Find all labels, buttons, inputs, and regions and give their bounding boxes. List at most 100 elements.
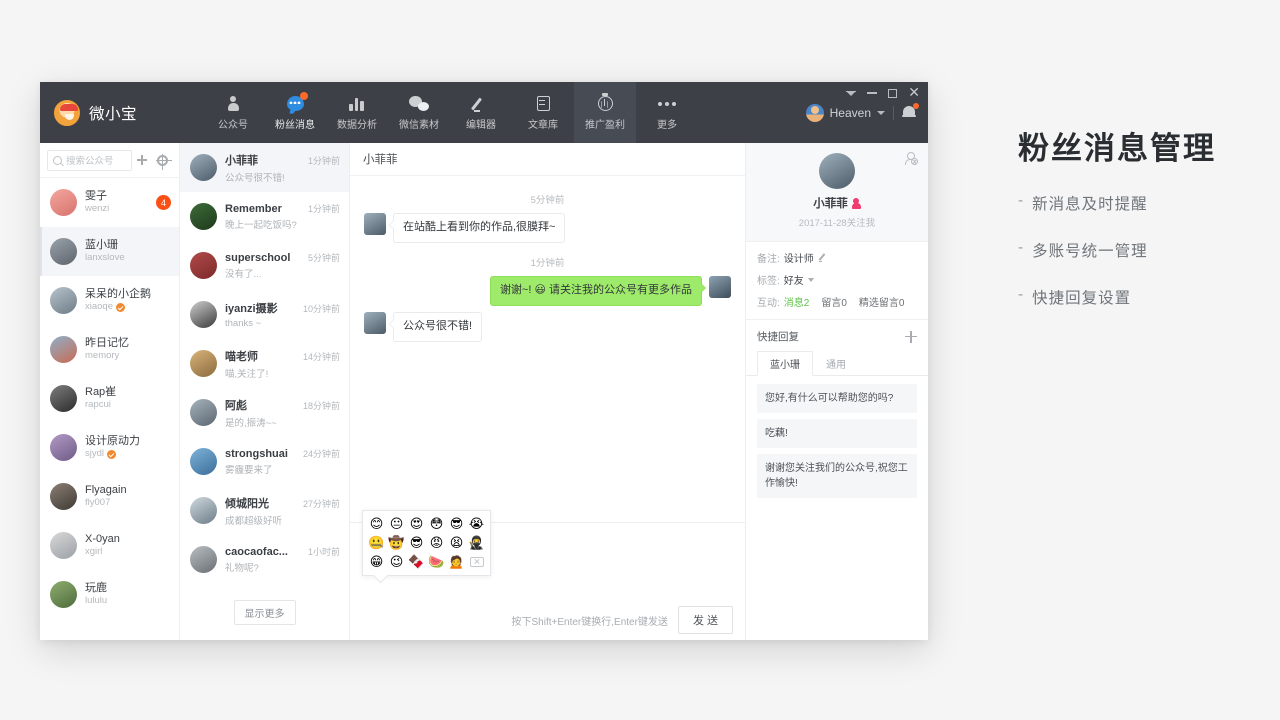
account-list-item[interactable]: 昨日记忆 memory [40,325,179,374]
emoji-button[interactable]: 😐 [387,515,406,533]
quick-reply-item[interactable]: 吃藕! [757,419,917,448]
account-text: Flyagain fly007 [85,483,171,510]
message-bubble[interactable]: 谢谢~! 😃 请关注我的公众号有更多作品 [489,275,707,306]
nav-item-fans-messages[interactable]: 粉丝消息 [264,82,326,143]
emoji-button[interactable]: 😁 [367,553,386,571]
close-icon[interactable]: ✕ [908,86,920,100]
profile-name-row: 小菲菲 [746,195,928,211]
bell-icon[interactable] [902,103,919,120]
conversation-item[interactable]: superschool 5分钟前 没有了... [180,241,349,290]
account-text: 蓝小珊 lanxslove [85,238,171,265]
account-list-item[interactable]: 雯子 wenzi 4 [40,178,179,227]
account-text: 设计原动力 sjydl [85,434,171,461]
pencil-icon[interactable] [818,253,827,262]
account-id-text: xiaoqe [85,301,113,313]
conversation-item[interactable]: iyanzi摄影 10分钟前 thanks ~ [180,290,349,339]
account-list-item[interactable]: Rap崔 rapcui [40,374,179,423]
interaction-comments[interactable]: 留言0 [821,294,847,309]
message-bubble[interactable]: 在站酷上看到你的作品,很膜拜~ [388,213,566,243]
conversation-item[interactable]: strongshuai 24分钟前 雾霾要来了 [180,437,349,486]
conversation-text: Remember 1分钟前 晚上一起吃饭吗? [225,202,340,231]
wechat-icon [409,95,429,113]
account-list-item[interactable]: 蓝小珊 lanxslove [40,227,179,276]
emoji-button[interactable]: 🍉 [427,553,446,571]
conversation-item[interactable]: 倾城阳光 27分钟前 成都超级好听 [180,486,349,535]
emoji-grid: 😊 😐 😍 😳 😎 😭 🤐 🤠 😎 😡 😫 🥷 😁 😉 🍫 🍉 🙍 [367,515,486,571]
nav-item-wechat-material[interactable]: 微信素材 [388,82,450,143]
avatar [190,350,217,377]
emoji-button[interactable]: 😎 [407,534,426,552]
account-name: 蓝小珊 [85,238,118,251]
accounts-settings-button[interactable] [152,150,172,171]
avatar [50,483,77,510]
profile-avatar [819,153,855,189]
nav-item-promotion-profit[interactable]: 推广盈利 [574,82,636,143]
conversation-item[interactable]: 喵老师 14分钟前 喵,关注了! [180,339,349,388]
nav-item-more[interactable]: 更多 [636,82,698,143]
interaction-messages[interactable]: 消息2 [784,294,810,309]
emoji-button[interactable]: 😉 [387,553,406,571]
emoji-button[interactable]: 🍫 [407,553,426,571]
emoji-button[interactable]: 🤐 [367,534,386,552]
emoji-button[interactable]: 🤠 [387,534,406,552]
avatar [805,103,824,122]
send-button[interactable]: 发 送 [677,606,733,634]
emoji-button[interactable]: 😊 [367,515,386,533]
quick-reply-header: 快捷回复 [746,320,928,350]
conversation-time: 27分钟前 [302,498,340,509]
emoji-button[interactable]: 🙍 [447,553,466,571]
conversation-item[interactable]: 阿彪 18分钟前 是的,振涛~~ [180,388,349,437]
account-list-item[interactable]: 玩鹿 lululu [40,570,179,619]
conversation-text: 喵老师 14分钟前 喵,关注了! [225,348,340,380]
emoji-button[interactable]: 😡 [427,534,446,552]
nav-item-data-analysis[interactable]: 数据分析 [326,82,388,143]
marketing-bullet: - 多账号统一管理 [1018,239,1268,261]
account-list-item[interactable]: Flyagain fly007 [40,472,179,521]
emoji-picker[interactable]: 😊 😐 😍 😳 😎 😭 🤐 🤠 😎 😡 😫 🥷 😁 😉 🍫 🍉 🙍 [362,510,491,576]
nav-item-gongzhonghao[interactable]: 公众号 [202,82,264,143]
avatar [50,581,77,608]
chevron-down-icon[interactable] [807,277,814,282]
emoji-button[interactable]: 😳 [427,515,446,533]
emoji-button[interactable]: 😎 [447,515,466,533]
add-account-button[interactable] [132,150,152,171]
show-more-button[interactable]: 显示更多 [233,599,296,625]
account-name: 昨日记忆 [85,336,129,349]
quick-reply-tab[interactable]: 通用 [813,351,859,376]
block-user-icon[interactable] [905,152,918,165]
emoji-button[interactable]: 😫 [447,534,466,552]
message-bubble[interactable]: 公众号很不错! [388,311,483,342]
ellipsis-icon [658,95,676,113]
maximize-icon[interactable] [888,88,898,98]
collapse-icon[interactable] [846,90,857,96]
conversation-time: 14分钟前 [302,351,340,362]
emoji-button[interactable]: 🥷 [467,534,486,552]
minimize-icon[interactable] [867,92,878,94]
profile-header: 小菲菲 2017-11-28关注我 [746,143,928,242]
conversation-item[interactable]: 小菲菲 1分钟前 公众号很不错! [180,143,349,192]
backspace-icon[interactable] [467,553,486,571]
conversation-item[interactable]: Remember 1分钟前 晚上一起吃饭吗? [180,192,349,241]
avatar [190,546,217,573]
emoji-button[interactable]: 😍 [407,515,426,533]
account-text: 呆呆的小企鹅 xiaoqe [85,287,171,314]
add-quick-reply-button[interactable] [905,330,917,343]
avatar [364,311,386,334]
emoji-button[interactable]: 😭 [467,515,486,533]
brand-name: 微小宝 [89,105,138,123]
account-list-item[interactable]: 设计原动力 sjydl [40,423,179,472]
user-menu[interactable]: Heaven [805,103,885,122]
interaction-featured[interactable]: 精选留言0 [859,294,905,309]
quick-reply-item[interactable]: 谢谢您关注我们的公众号,祝您工作愉快! [757,454,917,498]
person-icon [227,95,239,113]
account-list-item[interactable]: X-0yan xgirl [40,521,179,570]
account-list-item[interactable]: 呆呆的小企鹅 xiaoqe [40,276,179,325]
nav-item-editor[interactable]: 编辑器 [450,82,512,143]
nav-item-article-library[interactable]: 文章库 [512,82,574,143]
quick-reply-tab[interactable]: 蓝小珊 [757,351,813,376]
quick-reply-item[interactable]: 您好,有什么可以帮助您的吗? [757,384,917,413]
search-input[interactable]: 搜索公众号 [47,149,132,171]
avatar [190,252,217,279]
conversation-name: 小菲菲 [225,154,258,167]
conversation-item[interactable]: caocaofac... 1小时前 礼物呢? [180,535,349,584]
